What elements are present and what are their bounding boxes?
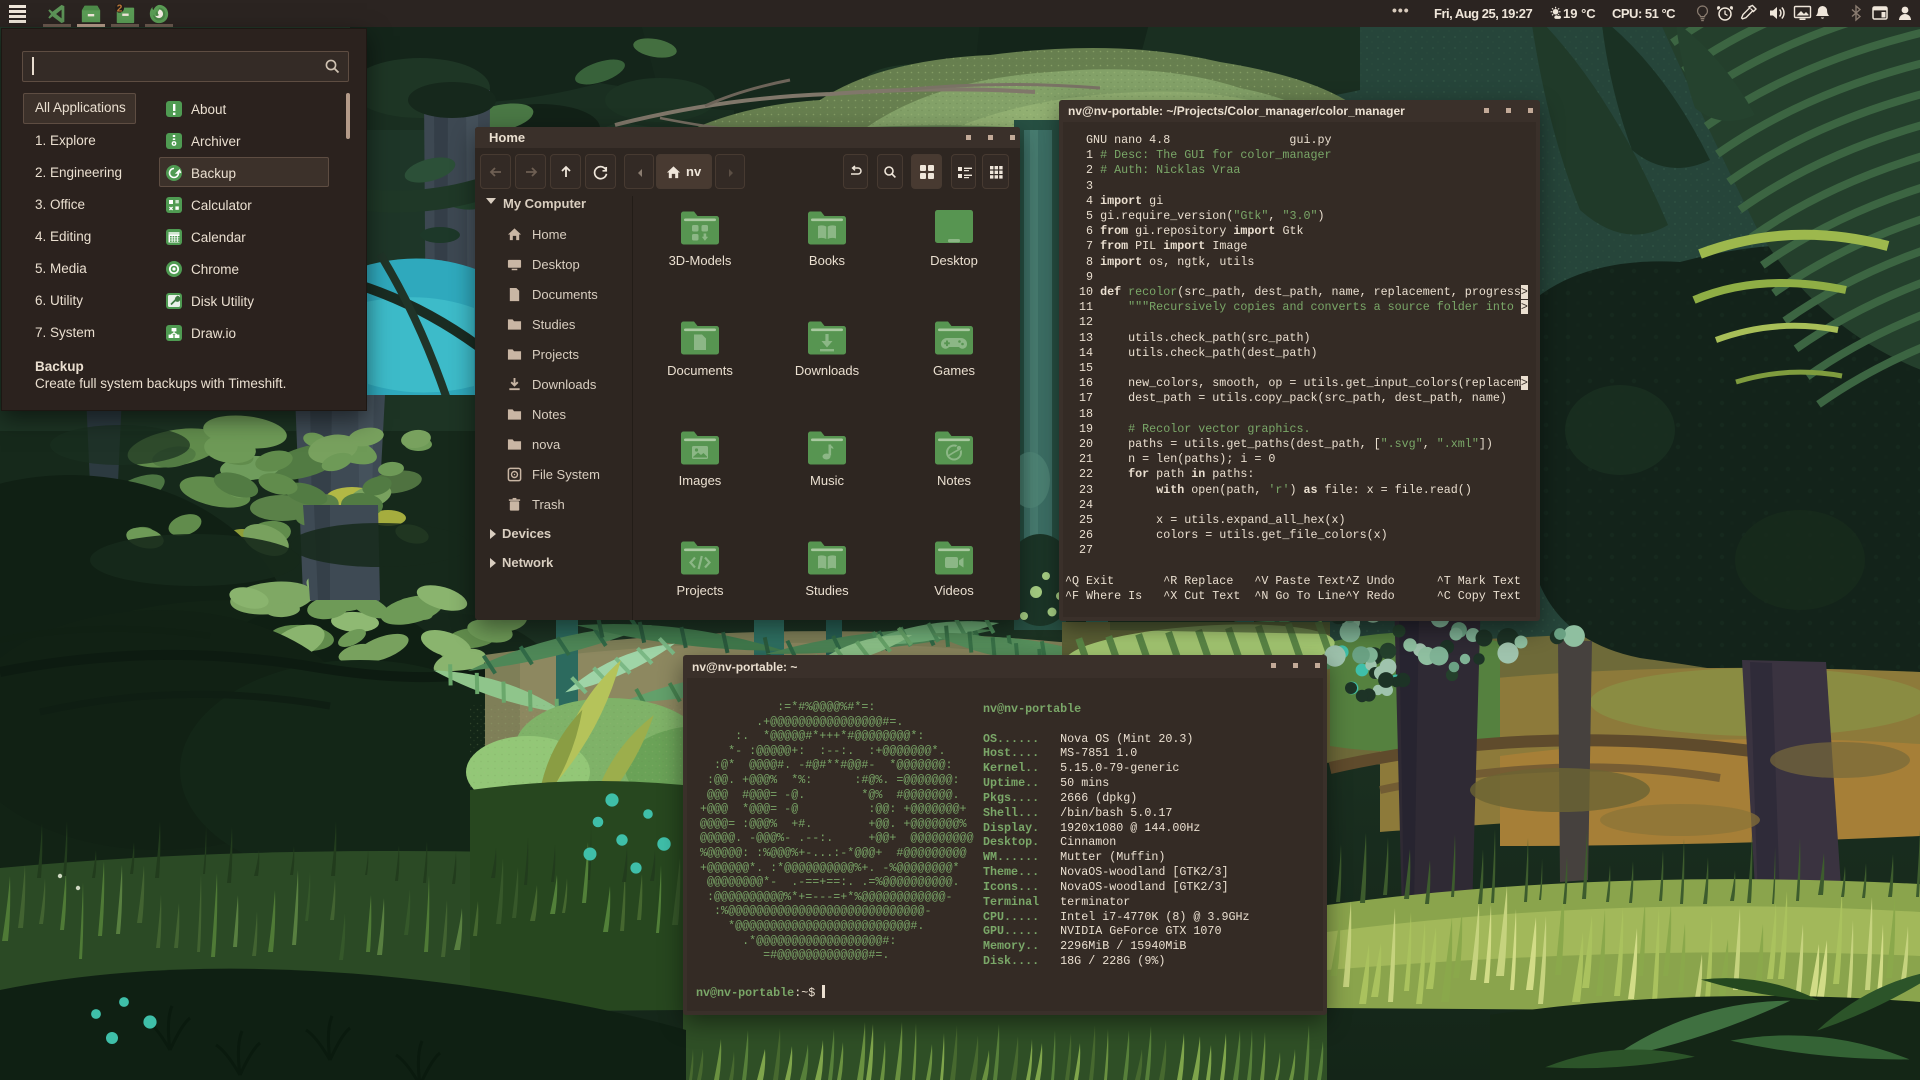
- svg-text:2: 2: [117, 4, 123, 15]
